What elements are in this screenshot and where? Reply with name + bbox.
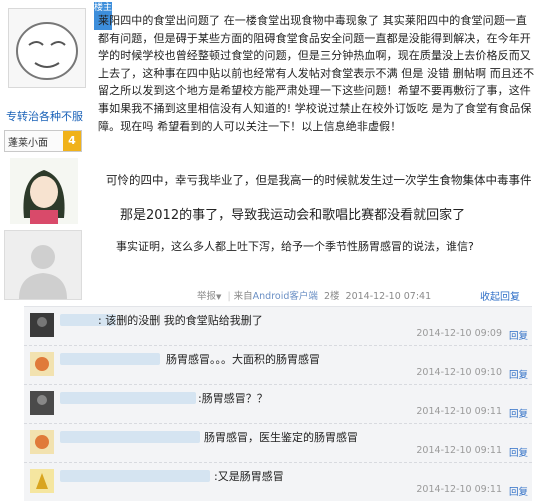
report-dropdown-icon[interactable]: ▼ bbox=[216, 293, 221, 301]
source-client-link[interactable]: Android客户端 bbox=[253, 291, 318, 302]
floor-number: 2楼 bbox=[323, 291, 340, 302]
default-user-avatar-image bbox=[5, 231, 81, 299]
reply-avatar[interactable] bbox=[30, 313, 54, 337]
reply-button[interactable]: 回复 bbox=[509, 484, 528, 498]
reply-button[interactable]: 回复 bbox=[509, 328, 528, 342]
yellow-avatar-image bbox=[30, 469, 54, 493]
colorful-avatar-image bbox=[30, 430, 54, 454]
op-username-link[interactable]: 专转治各种不服 bbox=[6, 108, 90, 124]
report-link[interactable]: 举报 bbox=[197, 291, 216, 302]
member-level-number: 4 bbox=[63, 131, 81, 151]
blurred-username[interactable] bbox=[60, 431, 200, 443]
source-prefix: 来自 bbox=[233, 291, 253, 302]
reply-avatar[interactable] bbox=[30, 352, 54, 376]
reply-text: : 该删的没删 我的食堂贴给我删了 bbox=[98, 314, 263, 327]
reply-time: 2014-12-10 09:11 bbox=[416, 406, 502, 417]
reply-row: 肠胃感冒，医生鉴定的肠胃感冒 2014-12-10 09:11 回复 bbox=[24, 424, 532, 463]
colorful-avatar-image bbox=[30, 352, 54, 376]
op-avatar[interactable] bbox=[8, 8, 86, 88]
post-time: 2014-12-10 07:41 bbox=[345, 291, 432, 302]
blurred-username[interactable] bbox=[60, 353, 160, 365]
reply-button[interactable]: 回复 bbox=[509, 445, 528, 459]
reply-button[interactable]: 回复 bbox=[509, 406, 528, 420]
post-meta-row: 举报▼ | 来自Android客户端 2楼 2014-12-10 07:41 bbox=[197, 291, 432, 302]
member-badge-label: 蓬莱小面 bbox=[8, 138, 48, 149]
reply-text: 肠胃感冒，医生鉴定的肠胃感冒 bbox=[204, 431, 358, 444]
reply-list: : 该删的没删 我的食堂贴给我删了 2014-12-10 09:09 回复 肠胃… bbox=[24, 306, 532, 501]
dark-avatar-image bbox=[30, 313, 54, 337]
reply-time: 2014-12-10 09:11 bbox=[416, 445, 502, 456]
reply-row: 肠胃感冒。。。大面积的肠胃感冒 2014-12-10 09:10 回复 bbox=[24, 346, 532, 385]
reply-time: 2014-12-10 09:10 bbox=[416, 367, 502, 378]
reply-avatar[interactable] bbox=[30, 469, 54, 493]
third-avatar[interactable] bbox=[4, 230, 82, 300]
girl-avatar-image bbox=[10, 158, 78, 224]
dark-avatar-image bbox=[30, 391, 54, 415]
reply-button[interactable]: 回复 bbox=[509, 367, 528, 381]
post-line: 那是2012的事了，导致我运动会和歌唱比赛都没看就回家了 bbox=[120, 208, 466, 223]
post-line: 可怜的四中，幸亏我毕业了，但是我高一的时候就发生过一次学生食物集体中毒事件 bbox=[106, 173, 532, 187]
reply-avatar[interactable] bbox=[30, 430, 54, 454]
post-body: 莱阳四中的食堂出问题了 在一楼食堂出现食物中毒现象了 其实莱阳四中的食堂问题一直… bbox=[98, 12, 536, 135]
cartoon-face-avatar-image bbox=[9, 9, 85, 87]
blurred-username[interactable] bbox=[60, 470, 210, 482]
reply-row: :肠胃感冒？？ 2014-12-10 09:11 回复 bbox=[24, 385, 532, 424]
reply-text: :肠胃感冒？？ bbox=[198, 392, 268, 405]
second-avatar[interactable] bbox=[10, 158, 78, 224]
collapse-replies-link[interactable]: 收起回复 bbox=[480, 288, 520, 303]
reply-row: : 该删的没删 我的食堂贴给我删了 2014-12-10 09:09 回复 bbox=[24, 307, 532, 346]
post-line: 事实证明，这么多人都上吐下泻，给予一个季节性肠胃感冒的说法，谁信? bbox=[116, 240, 474, 253]
reply-text: 肠胃感冒。。。大面积的肠胃感冒 bbox=[166, 353, 320, 366]
reply-text: :又是肠胃感冒 bbox=[214, 470, 284, 483]
reply-time: 2014-12-10 09:11 bbox=[416, 484, 502, 495]
reply-row: :又是肠胃感冒 2014-12-10 09:11 回复 bbox=[24, 463, 532, 501]
post-paragraph: 莱阳四中的食堂出问题了 在一楼食堂出现食物中毒现象了 其实莱阳四中的食堂问题一直… bbox=[98, 14, 535, 133]
reply-time: 2014-12-10 09:09 bbox=[416, 328, 502, 339]
blurred-username[interactable] bbox=[60, 392, 196, 404]
reply-avatar[interactable] bbox=[30, 391, 54, 415]
member-badge[interactable]: 蓬莱小面 4 bbox=[4, 130, 82, 152]
